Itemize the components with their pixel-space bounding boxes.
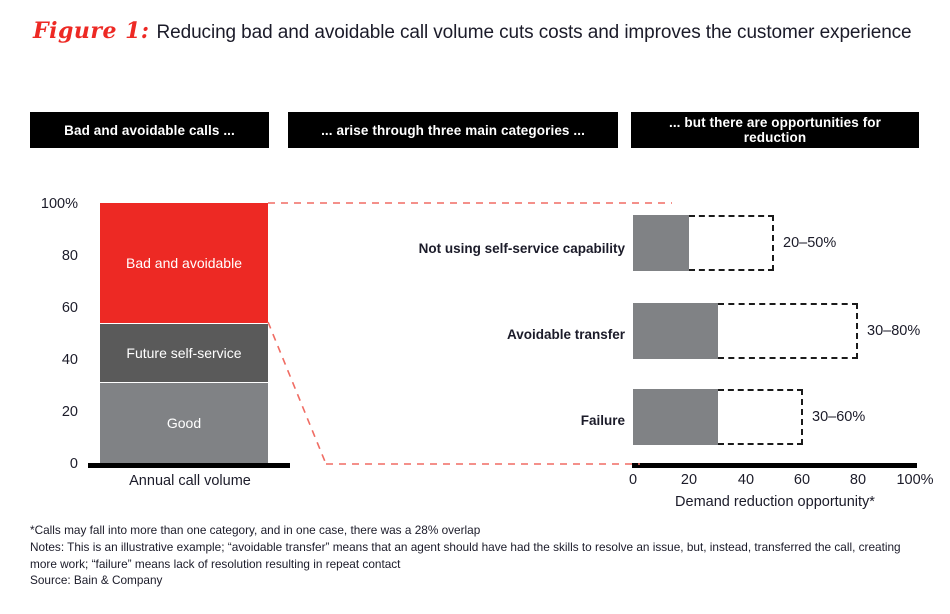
range-bar-label-avoidable-transfer: Avoidable transfer <box>506 327 625 342</box>
stacked-bar: Bad and avoidable Future self-service Go… <box>100 203 268 463</box>
x-tick-0: 0 <box>628 472 638 488</box>
range-bar-value-not-using-self-service: 20–50% <box>783 235 837 251</box>
x-axis-tick-labels: 0 20 40 60 80 100% <box>400 472 950 494</box>
range-bar-solid-failure <box>633 389 718 445</box>
range-bar-dashed-not-using-self-service <box>689 215 774 271</box>
y-tick-0: 0 <box>69 456 78 472</box>
right-chart-baseline <box>632 463 917 468</box>
x-tick-60: 60 <box>793 472 811 488</box>
range-bar-dashed-failure <box>718 389 803 445</box>
y-axis-tick-labels: 100% 80 60 40 20 0 <box>26 0 78 520</box>
range-bar-solid-not-using-self-service <box>633 215 689 271</box>
y-tick-100: 100% <box>40 196 78 212</box>
range-bar-label-not-using-self-service: Not using self-service capability <box>418 241 625 256</box>
range-bar-value-failure: 30–60% <box>812 409 866 425</box>
x-tick-80: 80 <box>849 472 867 488</box>
x-tick-100: 100% <box>896 472 934 488</box>
y-tick-60: 60 <box>61 300 78 316</box>
stack-segment-future-self-service: Future self-service <box>100 322 268 383</box>
range-bar-label-failure: Failure <box>580 413 625 428</box>
footnote-notes: Notes: This is an illustrative example; … <box>30 539 901 571</box>
x-tick-40: 40 <box>737 472 755 488</box>
stacked-bar-chart-panel: 100% 80 60 40 20 0 Bad and avoidable Fut… <box>0 0 340 520</box>
range-bar-chart-panel: Not using self-service capability 20–50%… <box>400 0 950 520</box>
stack-segment-bad-and-avoidable: Bad and avoidable <box>100 203 268 323</box>
footnote-source: Source: Bain & Company <box>30 573 163 588</box>
range-bar-value-avoidable-transfer: 30–80% <box>867 323 921 339</box>
y-tick-80: 80 <box>61 248 78 264</box>
footnote-asterisk: *Calls may fall into more than one categ… <box>30 523 481 537</box>
y-tick-40: 40 <box>61 352 78 368</box>
left-chart-baseline <box>88 463 290 468</box>
range-bar-dashed-avoidable-transfer <box>718 303 858 359</box>
x-tick-20: 20 <box>680 472 698 488</box>
right-chart-axis-caption: Demand reduction opportunity* <box>675 494 875 510</box>
footnotes-block: *Calls may fall into more than one categ… <box>30 522 930 589</box>
y-tick-20: 20 <box>61 404 78 420</box>
stack-segment-good: Good <box>100 382 268 463</box>
left-chart-axis-caption: Annual call volume <box>129 473 251 489</box>
range-bar-solid-avoidable-transfer <box>633 303 718 359</box>
